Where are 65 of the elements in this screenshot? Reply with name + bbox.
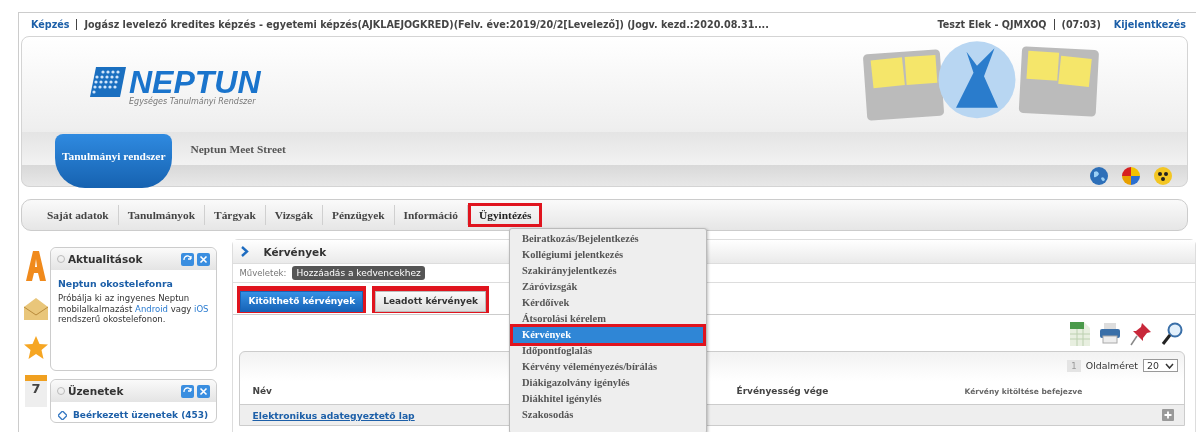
- dropdown-item[interactable]: Átsorolási kérelem: [513, 311, 703, 327]
- dropdown-item[interactable]: Kollégiumi jelentkezés: [513, 247, 703, 263]
- pin-icon[interactable]: [1130, 322, 1152, 346]
- tab-button[interactable]: Kitölthető kérvények: [240, 290, 364, 312]
- chevron-icon: [241, 246, 250, 257]
- training-info: Jogász levelező kredites képzés - egyetemi képzés(AJKLAEJOGKRED)(Felv. éve:2019/20/2[Levelező]) (Jogv. kezd.:2020.08.31....: [84, 18, 769, 30]
- calendar-icon[interactable]: 7: [24, 375, 47, 407]
- dropdown-item[interactable]: Időpontfoglalás: [513, 343, 703, 359]
- dropdown-item[interactable]: Kérvény véleményezés/bírálás: [513, 359, 703, 375]
- dropdown-item[interactable]: Diákhitel igénylés: [513, 391, 703, 407]
- main-menu-item[interactable]: Információ: [394, 205, 467, 225]
- store-link[interactable]: iOS: [194, 303, 209, 314]
- news-text: Próbálja ki az ingyenes Neptun mobilalkalmazást Android vagy iOS rendszerű okostelefonon.: [57, 293, 210, 325]
- tab-button[interactable]: Leadott kérvények: [375, 290, 487, 312]
- news-title[interactable]: Neptun okostelefonra: [57, 278, 210, 289]
- color-wheel-icon[interactable]: [1121, 165, 1141, 186]
- letter-a-icon[interactable]: [23, 249, 48, 283]
- printer-icon[interactable]: [1099, 322, 1121, 344]
- request-link[interactable]: Elektronikus adategyeztető lap: [252, 409, 415, 421]
- dropdown-item[interactable]: Kérvények: [513, 327, 703, 343]
- close-icon[interactable]: [197, 384, 211, 398]
- messages-link[interactable]: Beérkezett üzenetek (453): [72, 410, 209, 420]
- diamond-icon: [57, 410, 67, 420]
- main-menu-item[interactable]: Tanulmányok: [118, 205, 205, 225]
- dropdown-item[interactable]: Diákigazolvány igénylés: [513, 375, 703, 391]
- page-title: Kérvények: [263, 245, 327, 258]
- user-name: Teszt Elek - QJMXOQ: [937, 18, 1047, 30]
- favorite-button[interactable]: Hozzáadás a kedvencekhez: [292, 266, 425, 280]
- dropdown-item[interactable]: Kérdőívek: [513, 295, 703, 311]
- main-menu-item[interactable]: Vizsgák: [265, 205, 322, 225]
- logo-name: NEPTUN: [129, 67, 261, 97]
- system-tab[interactable]: Neptun Meet Street: [184, 134, 292, 163]
- chevron-down-icon: [1165, 362, 1174, 369]
- logout-link[interactable]: Kijelentkezés: [1113, 18, 1186, 30]
- main-menu-item[interactable]: Ügyintézés: [467, 203, 543, 227]
- operations-label: Műveletek:: [239, 268, 287, 278]
- page-size-label: Oldalméret: [1085, 360, 1139, 371]
- spreadsheet-icon[interactable]: [1070, 322, 1090, 346]
- logo-icon: [90, 67, 126, 97]
- system-tab[interactable]: Tanulmányi rendszer: [55, 133, 173, 188]
- main-menu-item[interactable]: Pénzügyek: [323, 205, 394, 225]
- dropdown-item[interactable]: Szakirányjelentkezés: [513, 263, 703, 279]
- main-menu-item[interactable]: Saját adatok: [38, 205, 118, 225]
- section-link[interactable]: Képzés: [31, 18, 70, 30]
- column-header[interactable]: Érvényesség vége: [736, 385, 829, 396]
- close-icon[interactable]: [197, 252, 211, 266]
- refresh-icon[interactable]: [181, 252, 195, 266]
- plus-icon[interactable]: [1162, 409, 1174, 421]
- envelope-icon[interactable]: [22, 297, 49, 321]
- column-header[interactable]: Név: [252, 385, 272, 396]
- main-menu-item[interactable]: Tárgyak: [205, 205, 265, 225]
- refresh-icon[interactable]: [181, 384, 195, 398]
- dropdown-item[interactable]: Záróvizsgák: [513, 279, 703, 295]
- search-icon[interactable]: [1161, 322, 1183, 346]
- panel-title: Aktualitások: [67, 253, 143, 265]
- globe-icon[interactable]: [1089, 165, 1109, 186]
- panel-title: Üzenetek: [67, 385, 124, 397]
- dropdown-item[interactable]: Beiratkozás/Bejelentkezés: [513, 231, 703, 247]
- accessibility-icon[interactable]: [1153, 165, 1173, 186]
- store-link[interactable]: Android: [135, 303, 168, 314]
- session-timer: (07:03): [1061, 18, 1101, 30]
- logo-subtitle: Egységes Tanulmányi Rendszer: [129, 97, 257, 106]
- dropdown-item[interactable]: Szakosodás: [513, 407, 703, 423]
- page-size-select[interactable]: 20: [1143, 359, 1178, 372]
- star-icon[interactable]: [22, 335, 49, 361]
